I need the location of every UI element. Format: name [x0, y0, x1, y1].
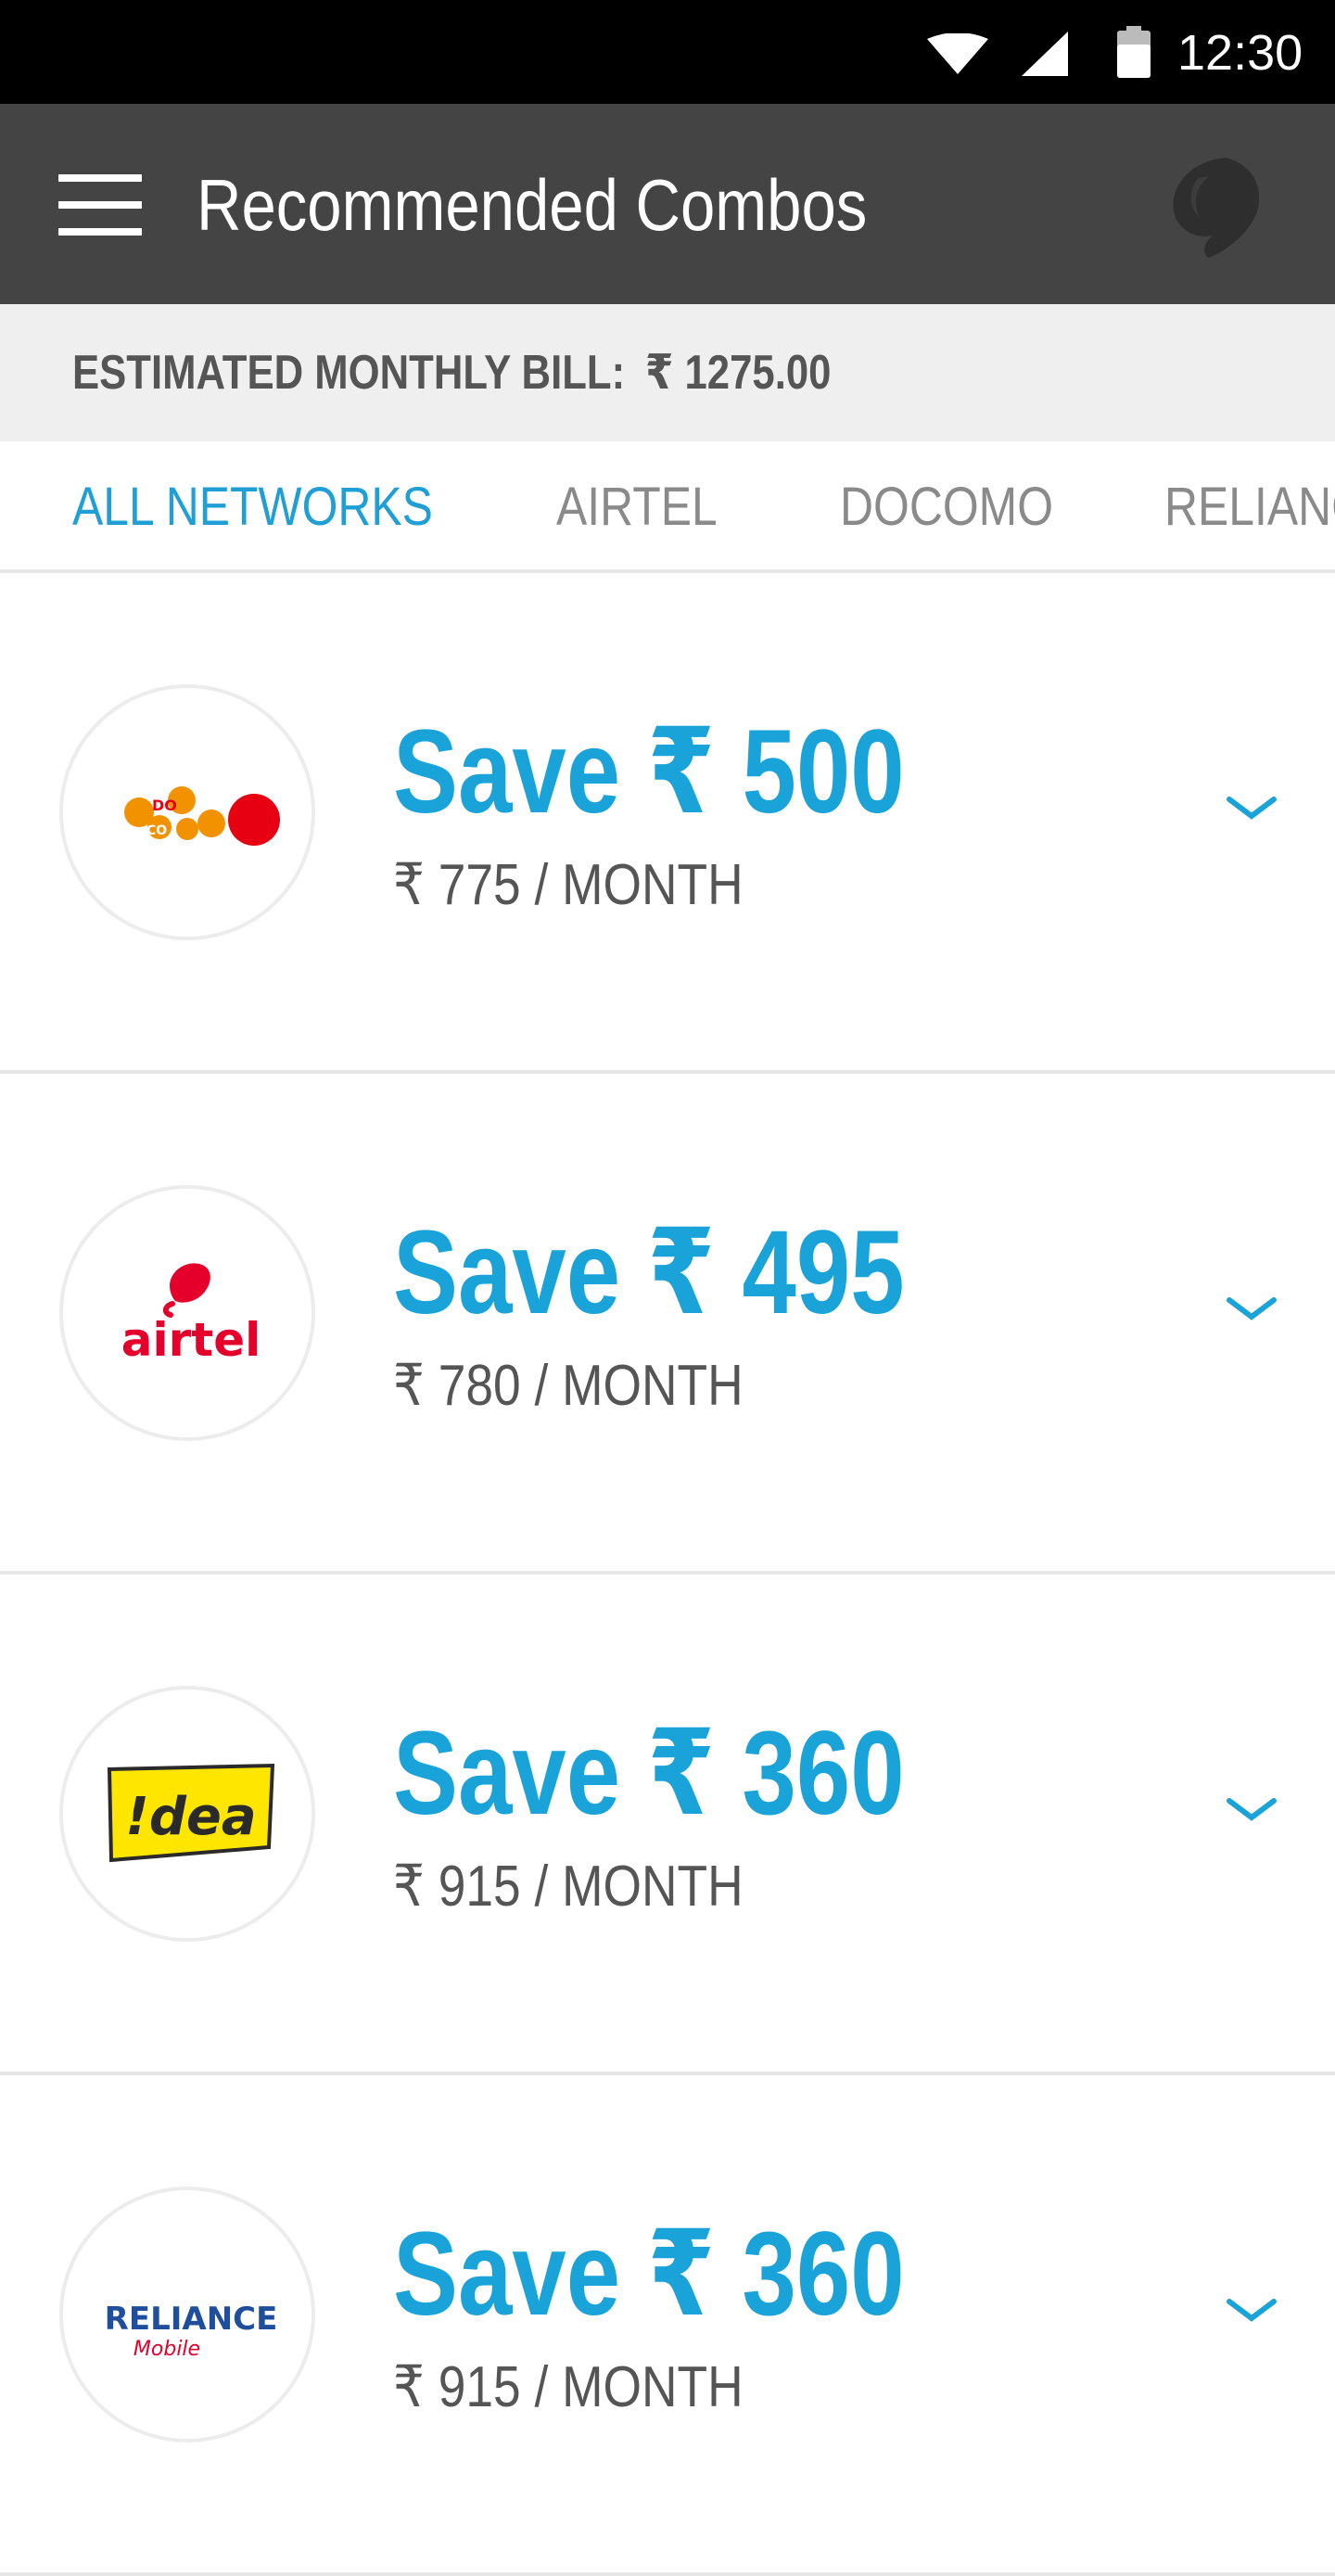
chevron-down-icon[interactable] [1226, 1795, 1278, 1823]
combo-card-idea[interactable]: !dea Save ₹ 360 ₹ 915 / MONTH [0, 1575, 1335, 2075]
status-time: 12:30 [1177, 25, 1303, 81]
app-bar: Recommended Combos [0, 104, 1335, 304]
chevron-down-icon[interactable] [1226, 2296, 1278, 2324]
reliance-logo-icon: RELIANCE Mobile [105, 2301, 278, 2361]
reliance-logo-subtext: Mobile [134, 2338, 200, 2361]
idea-logo-text: !dea [125, 1787, 256, 1847]
monthly-price: ₹ 775 / MONTH [393, 853, 744, 917]
tab-reliance[interactable]: RELIANCE [1164, 475, 1335, 540]
airtel-logo: airtel [59, 1185, 315, 1441]
combo-card-airtel[interactable]: airtel Save ₹ 495 ₹ 780 / MONTH [0, 1074, 1335, 1575]
savings-amount: Save ₹ 360 [393, 2208, 905, 2340]
tab-all-networks[interactable]: ALL NETWORKS [72, 475, 433, 540]
idea-logo-icon: !dea [107, 1763, 275, 1863]
savings-amount: Save ₹ 500 [393, 706, 905, 838]
reliance-logo-text: RELIANCE [105, 2301, 278, 2338]
savings-amount: Save ₹ 360 [393, 1707, 905, 1840]
bill-amount: ₹ 1275.00 [644, 346, 832, 400]
estimated-bill-bar: ESTIMATED MONTHLY BILL: ₹ 1275.00 [0, 304, 1335, 441]
svg-text:DO: DO [152, 797, 177, 814]
combo-card-reliance[interactable]: RELIANCE Mobile Save ₹ 360 ₹ 915 / MONTH [0, 2075, 1335, 2576]
tab-airtel[interactable]: AIRTEL [556, 475, 718, 540]
wifi-icon [927, 33, 988, 74]
chevron-down-icon[interactable] [1226, 1294, 1278, 1322]
network-tabs: ALL NETWORKS AIRTEL DOCOMO RELIANCE [0, 441, 1335, 573]
monthly-price: ₹ 915 / MONTH [393, 2355, 744, 2419]
docomo-logo-icon: DO CO [124, 786, 280, 846]
brand-logo-icon[interactable] [1161, 150, 1272, 261]
estimated-bill: ESTIMATED MONTHLY BILL: ₹ 1275.00 [72, 345, 831, 401]
chevron-down-icon[interactable] [1226, 794, 1278, 822]
signal-icon [1022, 32, 1068, 76]
monthly-price: ₹ 780 / MONTH [393, 1354, 744, 1418]
tab-docomo[interactable]: DOCOMO [840, 475, 1053, 540]
combo-card-docomo[interactable]: DO CO Save ₹ 500 ₹ 775 / MONTH [0, 573, 1335, 1074]
bill-label: ESTIMATED MONTHLY BILL: [72, 346, 626, 400]
monthly-price: ₹ 915 / MONTH [393, 1855, 744, 1919]
airtel-logo-icon: airtel [121, 1263, 261, 1367]
airtel-logo-text: airtel [121, 1313, 261, 1367]
battery-icon [1117, 26, 1151, 78]
page-title: Recommended Combos [197, 164, 868, 246]
menu-icon[interactable] [58, 174, 142, 236]
svg-text:CO: CO [146, 823, 167, 838]
docomo-logo: DO CO [59, 684, 315, 940]
reliance-logo: RELIANCE Mobile [59, 2187, 315, 2442]
status-bar: 12:30 [0, 0, 1335, 104]
savings-amount: Save ₹ 495 [393, 1206, 905, 1339]
idea-logo: !dea [59, 1686, 315, 1942]
